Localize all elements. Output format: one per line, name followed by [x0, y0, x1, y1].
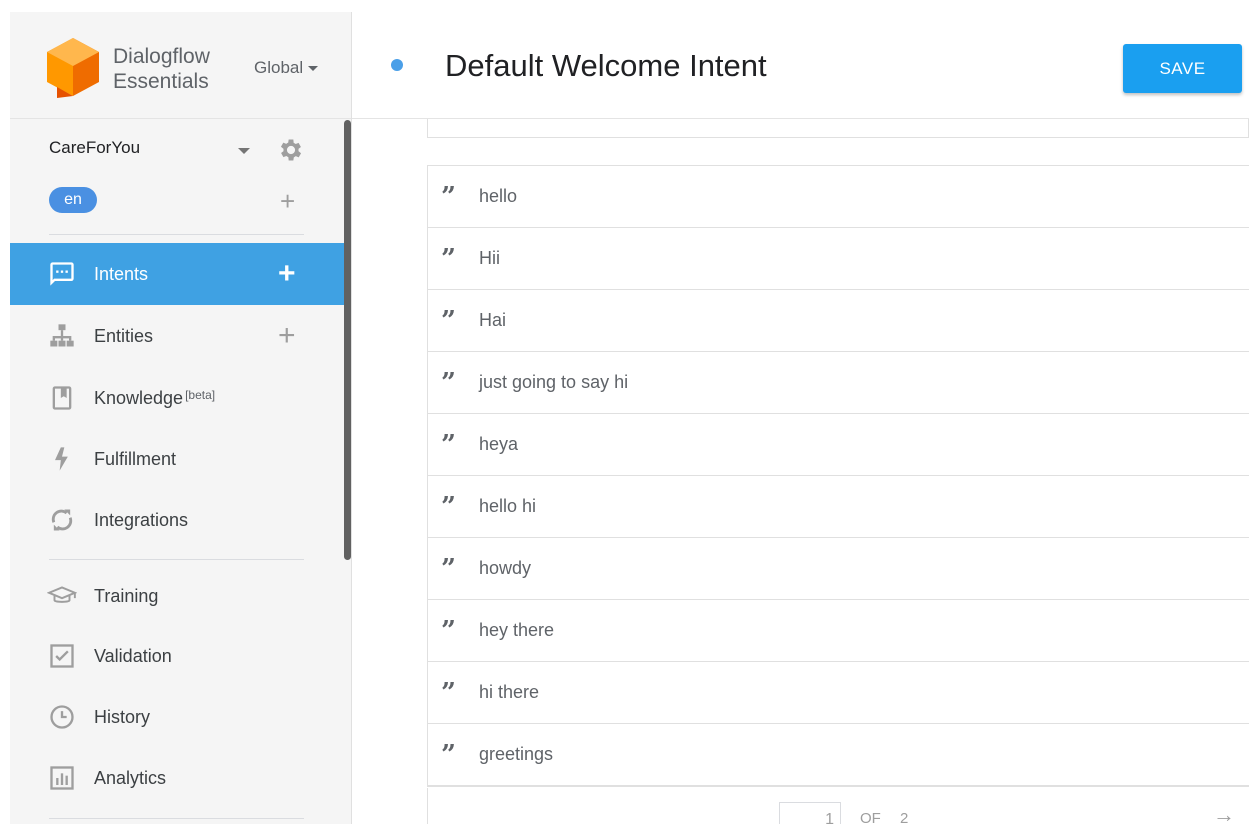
phrase-text[interactable]: hi there	[479, 682, 539, 703]
checkbox-icon	[47, 641, 77, 671]
page-of-label: OF	[860, 810, 881, 824]
quote-icon: ”	[441, 740, 456, 770]
sidebar-item-knowledge[interactable]: Knowledge [beta]	[10, 367, 344, 429]
book-icon	[47, 383, 77, 413]
brand-line-1: Dialogflow	[113, 45, 210, 68]
sidebar-item-label: Integrations	[94, 509, 189, 530]
list-item[interactable]: ” heya	[428, 414, 1249, 476]
quote-icon: ”	[441, 616, 456, 646]
phrase-text[interactable]: howdy	[479, 558, 531, 579]
sidebar-divider	[49, 234, 304, 235]
sidebar-item-label: Fulfillment	[94, 448, 177, 469]
sync-icon	[47, 505, 77, 535]
sidebar-item-label: Validation	[94, 645, 172, 666]
brand-line-2: Essentials	[113, 70, 209, 93]
quote-icon: ”	[441, 368, 456, 398]
add-intent-button[interactable]: +	[278, 259, 296, 289]
list-item[interactable]: ” hello hi	[428, 476, 1249, 538]
list-item[interactable]: ” hi there	[428, 662, 1249, 724]
quote-icon: ”	[441, 678, 456, 708]
sidebar-item-analytics[interactable]: Analytics	[10, 747, 344, 809]
quote-icon: ”	[441, 492, 456, 522]
sidebar-item-label: Training	[94, 585, 159, 606]
pagination: 1 OF 2 →	[427, 788, 1249, 824]
training-phrases-list: ” hello ” Hii ” Hai ” just going to say hi ” heya…	[427, 165, 1249, 787]
sidebar-item-label: Entities	[94, 325, 154, 346]
sidebar-item-training[interactable]: Training	[10, 565, 344, 627]
quote-icon: ”	[441, 430, 456, 460]
language-chip[interactable]: en	[49, 187, 97, 213]
save-button[interactable]: SAVE	[1123, 44, 1242, 93]
phrase-text[interactable]: hello hi	[479, 496, 536, 517]
sidebar-item-validation[interactable]: Validation	[10, 625, 344, 687]
sidebar-item-history[interactable]: History	[10, 686, 344, 748]
chat-icon	[47, 259, 77, 289]
sidebar-divider	[49, 559, 304, 560]
region-label: Global	[254, 58, 304, 77]
page-total: 2	[900, 810, 909, 824]
add-language-icon[interactable]: +	[280, 188, 295, 214]
page-title[interactable]: Default Welcome Intent	[445, 48, 767, 84]
sidebar-item-label: Analytics	[94, 767, 167, 788]
sidebar-item-label: History	[94, 706, 151, 727]
sidebar-item-entities[interactable]: Entities +	[10, 305, 344, 367]
quote-icon: ”	[441, 182, 456, 212]
agent-name[interactable]: CareForYou	[49, 138, 140, 158]
quote-icon: ”	[441, 306, 456, 336]
bolt-icon	[47, 444, 77, 474]
arrow-right-icon[interactable]: →	[1213, 802, 1235, 824]
sidebar-item-intents[interactable]: Intents +	[10, 243, 344, 305]
previous-section-box	[427, 119, 1249, 138]
sidebar-item-label: Intents	[94, 263, 149, 284]
graduation-cap-icon	[47, 581, 77, 611]
intent-header: Default Welcome Intent SAVE	[352, 12, 1249, 119]
phrase-text[interactable]: heya	[479, 434, 518, 455]
sidebar-item-integrations[interactable]: Integrations	[10, 489, 344, 551]
sidebar-item-fulfillment[interactable]: Fulfillment	[10, 428, 344, 490]
sidebar: Dialogflow Essentials Global CareForYou …	[10, 12, 352, 824]
clock-icon	[47, 702, 77, 732]
quote-icon: ”	[441, 244, 456, 274]
list-item[interactable]: ” hello	[428, 166, 1249, 228]
sidebar-scrollbar[interactable]	[344, 120, 351, 560]
sidebar-item-label: Knowledge [beta]	[94, 388, 215, 409]
list-item[interactable]: ” greetings	[428, 724, 1249, 786]
phrase-text[interactable]: Hai	[479, 310, 506, 331]
list-item[interactable]: ” hey there	[428, 600, 1249, 662]
region-selector[interactable]: Global	[254, 58, 319, 78]
phrase-text[interactable]: greetings	[479, 744, 553, 765]
phrase-text[interactable]: Hii	[479, 248, 500, 269]
list-item[interactable]: ” just going to say hi	[428, 352, 1249, 414]
chevron-down-icon	[308, 66, 319, 72]
phrase-text[interactable]: hello	[479, 186, 517, 207]
knowledge-label: Knowledge	[94, 387, 184, 408]
logo-area: Dialogflow Essentials Global	[10, 12, 351, 119]
list-item[interactable]: ” Hai	[428, 290, 1249, 352]
status-dot-icon	[391, 59, 403, 71]
list-item[interactable]: ” Hii	[428, 228, 1249, 290]
sidebar-divider	[49, 818, 304, 819]
agent-dropdown-icon[interactable]	[238, 148, 250, 154]
dialogflow-logo-icon[interactable]	[47, 38, 99, 98]
list-item[interactable]: ” howdy	[428, 538, 1249, 600]
add-entity-button[interactable]: +	[278, 321, 296, 351]
brand-name: Dialogflow Essentials	[113, 44, 210, 94]
phrase-text[interactable]: hey there	[479, 620, 554, 641]
page-number-input[interactable]: 1	[779, 802, 841, 824]
quote-icon: ”	[441, 554, 456, 584]
gear-icon[interactable]	[277, 136, 305, 164]
beta-badge: [beta]	[185, 387, 216, 402]
phrase-text[interactable]: just going to say hi	[479, 372, 628, 393]
bar-chart-icon	[47, 763, 77, 793]
hierarchy-icon	[47, 321, 77, 351]
